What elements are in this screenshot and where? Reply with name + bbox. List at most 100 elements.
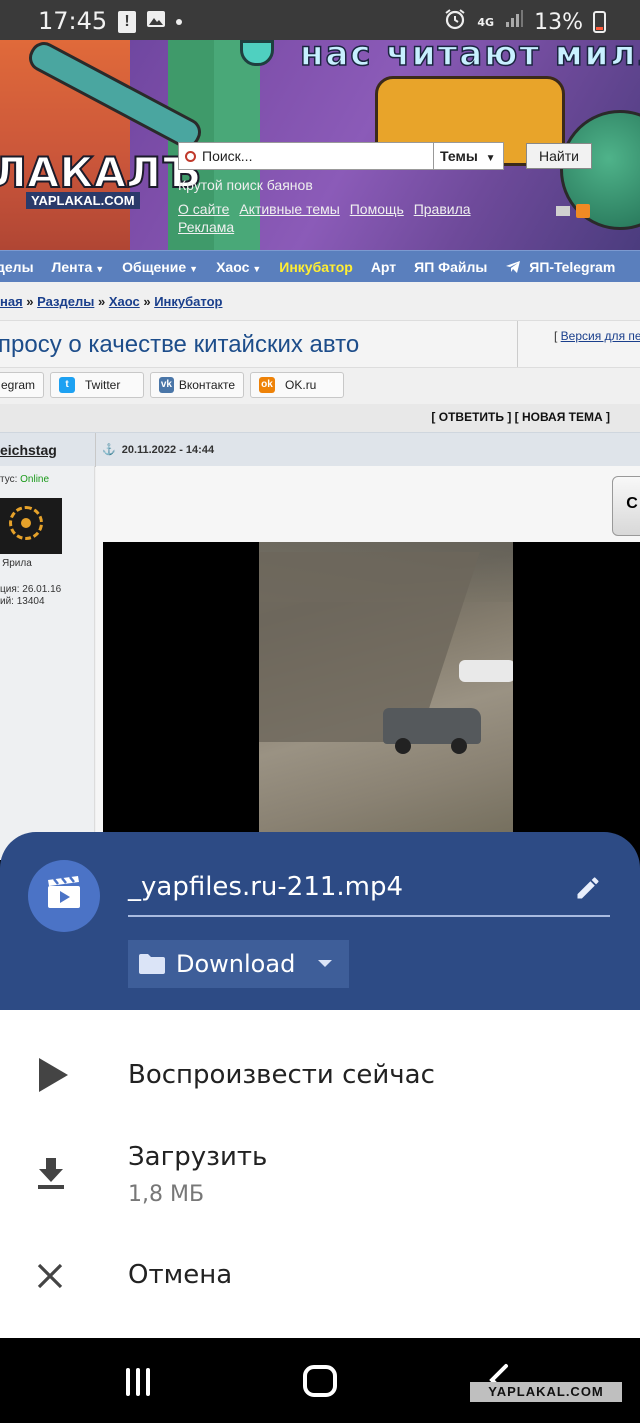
print-version-link[interactable]: Версия для пе — [561, 329, 640, 343]
video-suv — [383, 708, 481, 754]
breadcrumb-sections[interactable]: Разделы — [37, 294, 94, 309]
network-type: 4G — [477, 15, 495, 29]
search-icon — [185, 150, 196, 162]
download-size: 1,8 МБ — [128, 1182, 205, 1207]
top-links: О сайте Активные темы Помощь Правила Рек… — [178, 200, 518, 236]
post-header: eichstag ⚓ 20.11.2022 - 14:44 — [0, 432, 640, 467]
link-about[interactable]: О сайте — [178, 201, 229, 217]
share-label: OK.ru — [285, 378, 317, 392]
nav-feed[interactable]: Лента ▼ — [52, 259, 105, 275]
video-player[interactable] — [103, 542, 640, 860]
nav-art[interactable]: Арт — [371, 259, 396, 275]
user-rank: Ярила — [2, 558, 32, 569]
quote-button[interactable]: C — [612, 476, 640, 536]
chevron-down-icon: ▼ — [252, 263, 262, 274]
odnoklassniki-icon: ok — [259, 377, 276, 393]
nav-chat[interactable]: Общение ▼ — [122, 259, 198, 275]
breadcrumb: ная » Разделы » Хаос » Инкубатор — [0, 294, 223, 309]
download-icon — [36, 1156, 66, 1195]
download-sheet-header: _yapfiles.ru-211.mp4 Download — [0, 832, 640, 1010]
chevron-down-icon: ▼ — [189, 263, 199, 274]
site-banner: нас читают миллион ЛАКАЛЪ YAPLAKAL.COM П… — [0, 40, 640, 250]
edit-icon[interactable] — [574, 874, 602, 907]
search-button[interactable]: Найти — [526, 143, 592, 169]
download-label: Загрузить — [128, 1142, 268, 1172]
battery-icon — [593, 11, 606, 33]
link-active-topics[interactable]: Активные темы — [239, 201, 340, 217]
share-telegram-button[interactable]: egram — [0, 372, 45, 398]
user-registered: ция: 26.01.16 — [0, 584, 62, 595]
nav-telegram[interactable]: ЯП-Telegram — [505, 259, 615, 275]
video-frame — [259, 542, 513, 832]
folder-select[interactable]: Download — [128, 940, 349, 988]
status-bar: 17:45 ! 4G 13% — [0, 0, 640, 40]
play-icon — [36, 1056, 70, 1099]
recent-apps-button[interactable] — [126, 1368, 150, 1396]
search-input[interactable]: Поиск... — [178, 142, 434, 170]
search-placeholder: Поиск... — [202, 148, 253, 164]
nav-sections[interactable]: делы — [0, 259, 34, 275]
reply-new-topic-links[interactable]: [ ОТВЕТИТЬ ] [ НОВАЯ ТЕМА ] — [431, 410, 610, 424]
search-scope-select[interactable]: Темы ▼ — [434, 142, 504, 170]
site-logo[interactable]: ЛАКАЛЪ — [0, 147, 202, 198]
share-ok-button[interactable]: ok OK.ru — [250, 372, 345, 398]
banner-globe — [560, 110, 640, 230]
home-button[interactable] — [303, 1365, 337, 1397]
search-scope-value: Темы — [440, 148, 478, 164]
download-sheet-actions: Воспроизвести сейчас Загрузить 1,8 МБ От… — [0, 1010, 640, 1338]
post-user-info: тус: Online Ярила ция: 26.01.16 ий: 1340… — [0, 466, 95, 860]
alarm-icon — [443, 7, 467, 37]
folder-name: Download — [176, 950, 296, 978]
battery-percent: 13% — [534, 9, 583, 35]
share-buttons: egram t Twitter vk Вконтакте ok OK.ru — [0, 372, 345, 398]
avatar[interactable] — [0, 498, 62, 554]
user-post-count: ий: 13404 — [0, 596, 45, 607]
topic-header: просу о качестве китайских авто [ Версия… — [0, 320, 640, 368]
site-search: Поиск... Темы ▼ Найти — [178, 142, 592, 170]
search-hint: Крутой поиск баянов — [178, 177, 313, 193]
play-now-action[interactable]: Воспроизвести сейчас — [0, 1034, 640, 1118]
video-file-icon — [28, 860, 100, 932]
link-rules[interactable]: Правила — [414, 201, 471, 217]
rss-icon[interactable] — [576, 204, 590, 218]
link-ads[interactable]: Реклама — [178, 219, 234, 235]
bookmark-icon[interactable] — [556, 206, 570, 216]
share-vk-button[interactable]: vk Вконтакте — [150, 372, 245, 398]
file-name-text: _yapfiles.ru-211.mp4 — [128, 872, 404, 902]
breadcrumb-home[interactable]: ная — [0, 294, 23, 309]
signal-icon — [504, 9, 524, 35]
post-author[interactable]: eichstag — [0, 442, 57, 458]
close-icon — [36, 1262, 64, 1295]
divider — [95, 433, 96, 467]
cancel-action[interactable]: Отмена — [0, 1240, 640, 1316]
nav-incubator[interactable]: Инкубатор — [279, 259, 353, 275]
reply-bar: [ ОТВЕТИТЬ ] [ НОВАЯ ТЕМА ] — [0, 404, 640, 432]
kolovrat-icon — [9, 506, 43, 540]
chevron-down-icon: ▼ — [485, 153, 496, 164]
alert-notification-icon: ! — [118, 10, 136, 33]
site-watermark-badge: YAPLAKAL.COM — [470, 1382, 622, 1402]
breadcrumb-chaos[interactable]: Хаос — [109, 294, 140, 309]
nav-files[interactable]: ЯП Файлы — [414, 259, 487, 275]
breadcrumb-incubator[interactable]: Инкубатор — [154, 294, 222, 309]
chevron-down-icon: ▼ — [95, 263, 105, 274]
user-status: тус: Online — [0, 474, 50, 485]
page-title: просу о качестве китайских авто — [0, 331, 360, 358]
file-name-field[interactable]: _yapfiles.ru-211.mp4 — [128, 872, 610, 917]
site-logo-domain[interactable]: YAPLAKAL.COM — [26, 192, 140, 209]
folder-icon — [138, 953, 166, 975]
share-label: Twitter — [85, 378, 121, 392]
twitter-icon: t — [59, 377, 76, 393]
nav-chaos[interactable]: Хаос ▼ — [216, 259, 261, 275]
gallery-notification-icon — [146, 9, 166, 34]
download-action[interactable]: Загрузить 1,8 МБ — [0, 1130, 640, 1230]
banner-slogan: нас читают миллион — [299, 40, 640, 75]
status-time: 17:45 — [38, 7, 108, 35]
share-twitter-button[interactable]: t Twitter — [50, 372, 145, 398]
chevron-down-icon — [318, 960, 332, 967]
banner-gauge — [240, 40, 274, 66]
share-label: egram — [1, 378, 36, 392]
link-help[interactable]: Помощь — [350, 201, 404, 217]
anchor-icon[interactable]: ⚓ — [102, 444, 116, 456]
online-status: Online — [20, 474, 50, 485]
